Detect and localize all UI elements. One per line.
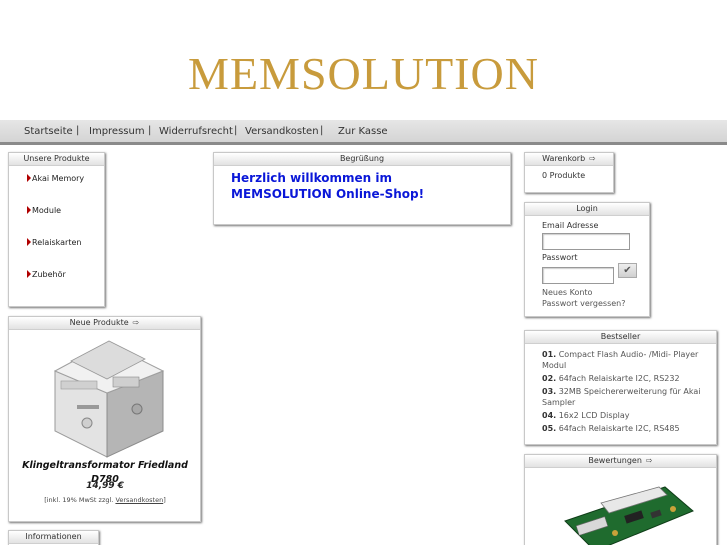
bestseller-text: 32MB Speichererweiterung für Akai Sample… (542, 387, 701, 407)
cart-title-label: Warenkorb (542, 154, 586, 163)
bestseller-item[interactable]: 05. 64fach Relaiskarte I2C, RS485 (542, 423, 707, 434)
info-box-title: Informationen (9, 531, 98, 544)
bestseller-item[interactable]: 01. Compact Flash Audio- /Midi- Player M… (542, 349, 707, 371)
triangle-bullet-icon (27, 206, 31, 214)
checkmark-icon: ✔ (623, 265, 632, 276)
email-field[interactable] (542, 233, 630, 250)
site-logo[interactable]: MEMSOLUTION (0, 44, 727, 104)
new-products-title-label: Neue Produkte (69, 318, 129, 327)
password-label: Passwort (542, 253, 578, 262)
bestseller-box-title: Bestseller (525, 331, 716, 344)
email-label: Email Adresse (542, 221, 599, 230)
bestseller-text: 64fach Relaiskarte I2C, RS232 (558, 374, 680, 383)
tax-suffix: ] (163, 496, 166, 504)
bestseller-item[interactable]: 04. 16x2 LCD Display (542, 410, 707, 421)
category-akai-memory[interactable]: Akai Memory (27, 174, 84, 183)
bestseller-box: Bestseller 01. Compact Flash Audio- /Mid… (524, 330, 717, 445)
cart-box-title[interactable]: Warenkorb ⇨ (525, 153, 613, 166)
password-field[interactable] (542, 267, 614, 284)
review-product-image-circuit-board[interactable] (555, 481, 695, 545)
top-navigation: Startseite | Impressum | Widerrufsrecht … (0, 120, 727, 145)
welcome-message: Herzlich willkommen im MEMSOLUTION Onlin… (231, 171, 425, 201)
category-zubehoer[interactable]: Zubehör (27, 270, 66, 279)
bestseller-rank: 03. (542, 387, 557, 396)
reviews-box: Bewertungen ⇨ (524, 454, 717, 545)
bestseller-item[interactable]: 02. 64fach Relaiskarte I2C, RS232 (542, 373, 707, 384)
nav-zur-kasse[interactable]: Zur Kasse (338, 126, 388, 137)
nav-versandkosten[interactable]: Versandkosten (245, 126, 319, 137)
nav-separator: | (76, 125, 80, 136)
product-image-transformer[interactable] (47, 331, 167, 459)
bestseller-text: 16x2 LCD Display (558, 411, 630, 420)
bestseller-rank: 05. (542, 424, 557, 433)
product-price: 14,99 € (86, 481, 124, 491)
bestseller-text: 64fach Relaiskarte I2C, RS485 (558, 424, 680, 433)
products-box: Unsere Produkte Akai Memory Module Relai… (8, 152, 105, 307)
bestseller-text: Compact Flash Audio- /Midi- Player Modul (542, 350, 699, 370)
triangle-bullet-icon (27, 238, 31, 246)
new-account-link[interactable]: Neues Konto (542, 288, 592, 297)
category-relaiskarten[interactable]: Relaiskarten (27, 238, 81, 247)
arrow-right-icon: ⇨ (132, 318, 140, 327)
category-label: Zubehör (32, 270, 66, 279)
category-label: Module (32, 206, 62, 215)
reviews-box-title[interactable]: Bewertungen ⇨ (525, 455, 716, 468)
nav-startseite[interactable]: Startseite (24, 126, 73, 137)
nav-separator: | (234, 125, 238, 136)
new-products-title[interactable]: Neue Produkte ⇨ (9, 317, 200, 330)
welcome-box: Begrüßung Herzlich willkommen im MEMSOLU… (213, 152, 511, 225)
login-box: Login Email Adresse Passwort ✔ Neues Kon… (524, 202, 650, 317)
login-box-title: Login (525, 203, 649, 216)
shipping-cost-link[interactable]: Versandkosten (115, 496, 163, 504)
bestseller-rank: 01. (542, 350, 557, 359)
arrow-right-icon: ⇨ (645, 456, 653, 465)
info-box: Informationen (8, 530, 99, 545)
nav-widerrufsrecht[interactable]: Widerrufsrecht (159, 126, 233, 137)
triangle-bullet-icon (27, 270, 31, 278)
login-submit-button[interactable]: ✔ (618, 263, 637, 278)
cart-box: Warenkorb ⇨ 0 Produkte (524, 152, 614, 193)
category-label: Relaiskarten (32, 238, 82, 247)
products-box-title: Unsere Produkte (9, 153, 104, 166)
triangle-bullet-icon (27, 174, 31, 182)
welcome-box-title: Begrüßung (214, 153, 510, 166)
tax-info: [inkl. 19% MwSt zzgl. Versandkosten] (9, 496, 201, 504)
arrow-right-icon: ⇨ (589, 154, 596, 163)
tax-prefix: [inkl. 19% MwSt zzgl. (44, 496, 116, 504)
category-module[interactable]: Module (27, 206, 61, 215)
nav-impressum[interactable]: Impressum (89, 126, 145, 137)
nav-separator: | (148, 125, 152, 136)
bestseller-rank: 04. (542, 411, 557, 420)
bestseller-rank: 02. (542, 374, 557, 383)
new-products-box: Neue Produkte ⇨ Klingeltransformator Frie… (8, 316, 201, 522)
forgot-password-link[interactable]: Passwort vergessen? (542, 299, 626, 308)
bestseller-item[interactable]: 03. 32MB Speichererweiterung für Akai Sa… (542, 386, 707, 408)
nav-separator: | (320, 125, 324, 136)
cart-content: 0 Produkte (542, 171, 586, 180)
category-label: Akai Memory (32, 174, 85, 183)
reviews-title-label: Bewertungen (588, 456, 642, 465)
